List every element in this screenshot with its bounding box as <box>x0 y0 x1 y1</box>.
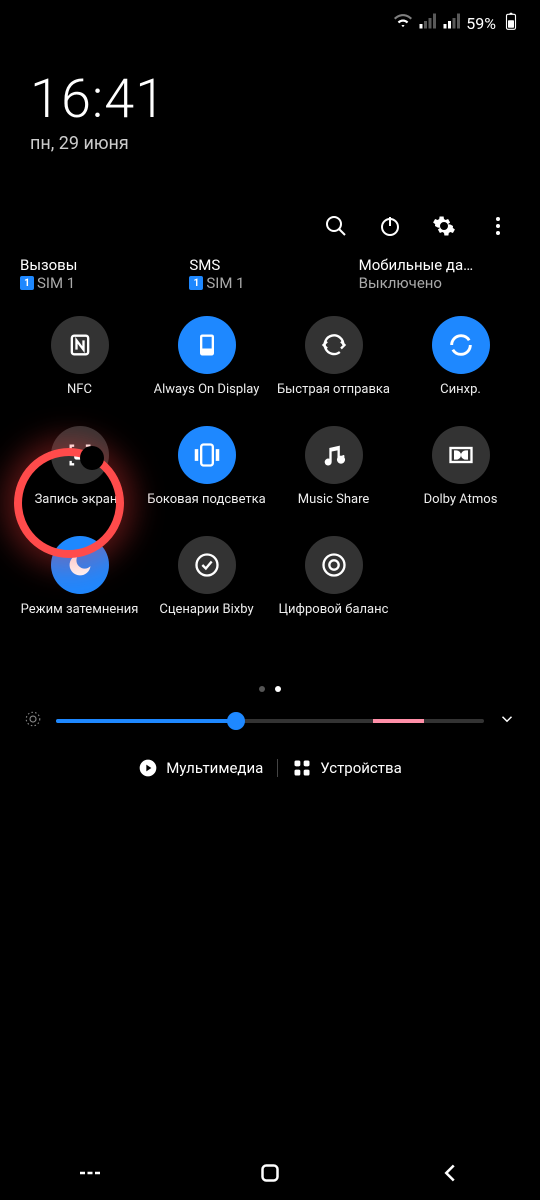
brightness-extra-range <box>373 719 424 723</box>
sms-title: SMS <box>189 256 350 274</box>
brightness-slider[interactable] <box>56 719 484 723</box>
brightness-expand-icon[interactable] <box>498 710 516 732</box>
tile-label: Синхр. <box>440 382 481 414</box>
edgelight-icon <box>178 426 236 484</box>
devices-button[interactable]: Устройства <box>292 758 401 778</box>
pager-dot-1 <box>275 686 281 692</box>
signal-2-icon <box>442 12 460 34</box>
home-button[interactable] <box>255 1158 285 1188</box>
wellbeing-icon <box>305 536 363 594</box>
more-icon[interactable] <box>486 214 510 238</box>
mobiledata-sub: Выключено <box>359 274 442 292</box>
media-label: Мультимедиа <box>166 759 263 777</box>
tile-quickshare[interactable]: Быстрая отправка <box>274 316 393 414</box>
calls-column[interactable]: Вызовы 1SIM 1 <box>20 256 181 292</box>
tile-label: Dolby Atmos <box>424 492 498 524</box>
sim1-badge: 1 <box>189 276 203 290</box>
mobiledata-title: Мобильные да… <box>359 256 520 274</box>
musicshare-icon <box>305 426 363 484</box>
tile-dark[interactable]: Режим затемнения <box>20 536 139 634</box>
tile-screenrec[interactable]: Запись экрана <box>20 426 139 524</box>
tile-label: Сценарии Bixby <box>159 602 253 634</box>
aod-icon <box>178 316 236 374</box>
tile-label: Боковая подсветка <box>147 492 266 524</box>
tile-nfc[interactable]: NFC <box>20 316 139 414</box>
tile-wellbeing[interactable]: Цифровой баланс <box>274 536 393 634</box>
calls-title: Вызовы <box>20 256 181 274</box>
wifi-icon <box>394 12 412 34</box>
tile-edgelight[interactable]: Боковая подсветка <box>147 426 266 524</box>
tile-bixby[interactable]: Сценарии Bixby <box>147 536 266 634</box>
tile-musicshare[interactable]: Music Share <box>274 426 393 524</box>
tile-sync[interactable]: Синхр. <box>401 316 520 414</box>
power-icon[interactable] <box>378 214 402 238</box>
back-button[interactable] <box>435 1158 465 1188</box>
sync-icon <box>432 316 490 374</box>
tile-label: Always On Display <box>154 382 260 414</box>
tile-label: Быстрая отправка <box>277 382 390 414</box>
devices-label: Устройства <box>320 759 401 777</box>
dark-icon <box>51 536 109 594</box>
tile-aod[interactable]: Always On Display <box>147 316 266 414</box>
mobiledata-column[interactable]: Мобильные да… Выключено <box>359 256 520 292</box>
tile-label: Цифровой баланс <box>279 602 389 634</box>
recents-button[interactable] <box>75 1158 105 1188</box>
nav-bar <box>0 1146 540 1200</box>
screenrec-icon <box>51 426 109 484</box>
brightness-fill <box>56 719 236 723</box>
search-icon[interactable] <box>324 214 348 238</box>
connectivity-row: Вызовы 1SIM 1 SMS 1SIM 1 Мобильные да… В… <box>0 256 540 304</box>
battery-icon <box>502 12 520 34</box>
nfc-icon <box>51 316 109 374</box>
separator <box>277 759 278 777</box>
clock-block: 16:41 пн, 29 июня <box>0 38 540 164</box>
calls-sub: SIM 1 <box>37 274 75 292</box>
signal-1-icon <box>418 12 436 34</box>
quick-tiles: NFC Always On Display Быстрая отправка Синх… <box>0 304 540 646</box>
sim1-badge: 1 <box>20 276 34 290</box>
bottom-controls: Мультимедиа Устройства <box>0 740 540 788</box>
page-indicator[interactable] <box>0 646 540 704</box>
brightness-row <box>0 704 540 740</box>
tile-label: NFC <box>67 382 92 414</box>
sms-sub: SIM 1 <box>206 274 244 292</box>
panel-actions <box>0 164 540 256</box>
tile-dolby[interactable]: Dolby Atmos <box>401 426 520 524</box>
settings-icon[interactable] <box>432 214 456 238</box>
brightness-low-icon <box>24 710 42 732</box>
status-bar: 59% <box>0 0 540 38</box>
media-button[interactable]: Мультимедиа <box>138 758 263 778</box>
brightness-thumb[interactable] <box>227 712 245 730</box>
bixby-icon <box>178 536 236 594</box>
clock-time: 16:41 <box>30 68 510 131</box>
tile-label: Запись экрана <box>35 492 125 524</box>
clock-date: пн, 29 июня <box>30 133 510 154</box>
pager-dot-0 <box>259 686 265 692</box>
battery-text: 59% <box>466 14 496 33</box>
sms-column[interactable]: SMS 1SIM 1 <box>189 256 350 292</box>
dolby-icon <box>432 426 490 484</box>
tile-label: Music Share <box>298 492 370 524</box>
tile-label: Режим затемнения <box>21 602 139 634</box>
quickshare-icon <box>305 316 363 374</box>
